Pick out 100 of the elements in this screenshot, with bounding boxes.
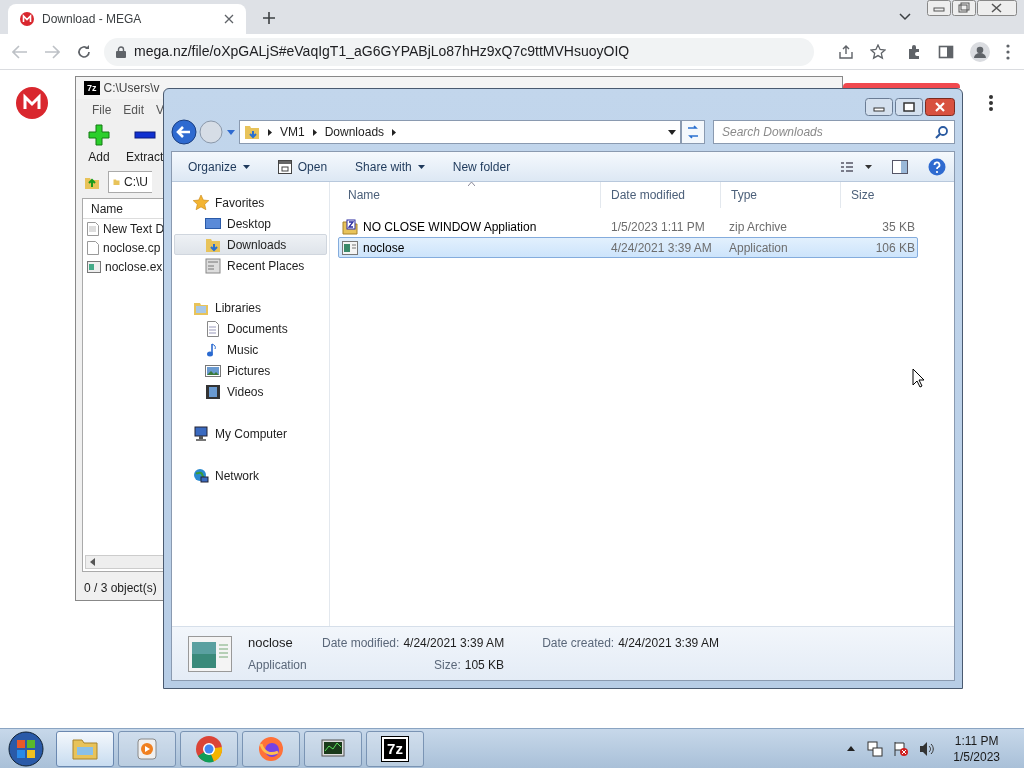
- file-name[interactable]: New Text D: [103, 219, 165, 238]
- downloads-icon: [205, 236, 221, 253]
- file-size: 35 KB: [882, 219, 915, 234]
- file-row[interactable]: NO CLOSE WINDOW Appliation 1/5/2023 1:11 PM zip Archive 35 KB: [338, 216, 918, 237]
- start-button-icon[interactable]: [6, 729, 46, 768]
- nav-item[interactable]: Network: [174, 465, 327, 486]
- desktop-icon: [205, 215, 221, 232]
- close-icon[interactable]: [224, 14, 234, 24]
- file-type: zip Archive: [729, 219, 788, 234]
- close-icon[interactable]: [925, 98, 955, 116]
- dropdown-icon: [242, 164, 250, 169]
- network-icon[interactable]: [867, 740, 884, 757]
- address-bar[interactable]: VM1 Downloads: [239, 120, 681, 144]
- file-type: Application: [729, 240, 788, 255]
- speaker-icon[interactable]: [919, 740, 936, 757]
- clock-date: 1/5/2023: [953, 748, 1000, 765]
- address-bar[interactable]: mega.nz/file/oXpGALjS#eVaqIgT1_aG6GYPABjLo87hHz9xQ7c9ttMVHsuoyOIQ: [104, 37, 814, 66]
- field-label: Size:: [434, 656, 461, 674]
- toolbar-button[interactable]: Add: [84, 124, 114, 166]
- dropdown-icon[interactable]: [668, 129, 676, 135]
- documents-icon: [205, 320, 221, 337]
- nav-item[interactable]: Documents: [174, 318, 327, 339]
- nav-item[interactable]: Pictures: [174, 360, 327, 381]
- field-label: Date created:: [542, 635, 615, 652]
- nav-item[interactable]: My Computer: [174, 423, 327, 444]
- toolbar-button[interactable]: Open: [269, 154, 336, 179]
- maximize-icon[interactable]: [895, 98, 923, 116]
- search-icon: [935, 125, 949, 139]
- toolbar-button[interactable]: Share with: [347, 154, 433, 179]
- computer-icon: [193, 425, 209, 442]
- url-text: mega.nz/file/oXpGALjS#eVaqIgT1_aG6GYPABjLo87hHz9xQ7c9ttMVHsuoyOIQ: [134, 42, 630, 61]
- plus-icon: [88, 124, 110, 146]
- file-row[interactable]: noclose 4/24/2021 3:39 AM Application 106 KB: [338, 237, 918, 258]
- taskbar-button[interactable]: [242, 730, 300, 767]
- application-icon: [188, 635, 232, 672]
- restore-icon[interactable]: [952, 0, 976, 16]
- help-icon[interactable]: [928, 157, 946, 176]
- search-field[interactable]: Search Downloads: [713, 120, 955, 144]
- column-header[interactable]: Size: [851, 186, 875, 204]
- toolbar-button[interactable]: Organize: [180, 154, 258, 179]
- file-name[interactable]: noclose.ex: [105, 257, 163, 276]
- menu-item[interactable]: Edit: [123, 100, 145, 119]
- new-tab-icon[interactable]: [262, 11, 276, 25]
- clock[interactable]: 1:11 PM 1/5/2023: [953, 732, 1000, 765]
- menu-item[interactable]: V: [156, 100, 165, 119]
- nav-item[interactable]: Recent Places: [174, 255, 327, 276]
- menu-icon[interactable]: [1006, 43, 1010, 60]
- application-icon: [342, 240, 358, 255]
- minimize-icon[interactable]: [927, 0, 951, 16]
- minimize-icon[interactable]: [865, 98, 893, 116]
- recent-icon: [205, 257, 221, 274]
- date-modified: 1/5/2023 1:11 PM: [611, 219, 705, 234]
- scrollbar[interactable]: [85, 555, 165, 569]
- reload-icon[interactable]: [76, 43, 92, 60]
- taskbar-button[interactable]: 7z: [366, 730, 424, 767]
- window-icon: [277, 159, 292, 174]
- field-value: 4/24/2021 3:39 AM: [618, 635, 719, 652]
- menu-icon[interactable]: [989, 95, 993, 111]
- app-logo: 7z: [84, 81, 100, 95]
- field-label: Date modified:: [322, 634, 400, 652]
- chrome-icon: [194, 733, 224, 764]
- field-value: 105 KB: [464, 656, 505, 674]
- application-icon: [87, 260, 101, 273]
- nav-item[interactable]: Downloads: [174, 234, 327, 255]
- file-name: noclose: [363, 239, 405, 257]
- breadcrumb-item[interactable]: Downloads: [324, 123, 385, 141]
- side-panel-icon[interactable]: [938, 43, 954, 60]
- close-icon[interactable]: [977, 0, 1017, 16]
- browser-tab[interactable]: Download - MEGA: [8, 4, 246, 34]
- refresh-icon[interactable]: [681, 120, 705, 144]
- nav-item[interactable]: Libraries: [174, 297, 327, 318]
- back-icon[interactable]: [171, 119, 197, 145]
- chevron-right-icon: [392, 128, 397, 136]
- nav-item[interactable]: Music: [174, 339, 327, 360]
- bookmark-star-icon[interactable]: [870, 43, 886, 60]
- profile-icon[interactable]: [970, 41, 990, 62]
- network-icon: [193, 467, 209, 484]
- flag-icon[interactable]: [893, 740, 910, 757]
- breadcrumb-item[interactable]: VM1: [280, 123, 305, 141]
- view-options-icon[interactable]: [840, 160, 872, 173]
- mega-logo-icon[interactable]: [16, 87, 48, 119]
- show-hidden-icon[interactable]: [847, 746, 856, 751]
- file-size: 106 KB: [875, 240, 915, 255]
- file-name[interactable]: noclose.cp: [103, 238, 161, 257]
- toolbar-button[interactable]: Extract: [122, 124, 168, 166]
- puzzle-icon[interactable]: [906, 43, 922, 60]
- nav-item[interactable]: Videos: [174, 381, 327, 402]
- share-icon[interactable]: [838, 43, 854, 60]
- dropdown-icon: [417, 164, 425, 169]
- taskbar-button[interactable]: [304, 730, 362, 767]
- toolbar-button[interactable]: New folder: [444, 154, 519, 179]
- document-icon: [87, 221, 99, 236]
- menu-item[interactable]: File: [92, 100, 112, 119]
- scroll-left-icon: [90, 558, 96, 566]
- pictures-icon: [205, 362, 221, 379]
- path-field[interactable]: C:\U: [108, 171, 152, 193]
- preview-pane-icon[interactable]: [892, 159, 908, 174]
- chevron-down-icon[interactable]: [899, 13, 911, 21]
- field-value: 4/24/2021 3:39 AM: [403, 634, 505, 652]
- file-name: NO CLOSE WINDOW Appliation: [363, 218, 537, 236]
